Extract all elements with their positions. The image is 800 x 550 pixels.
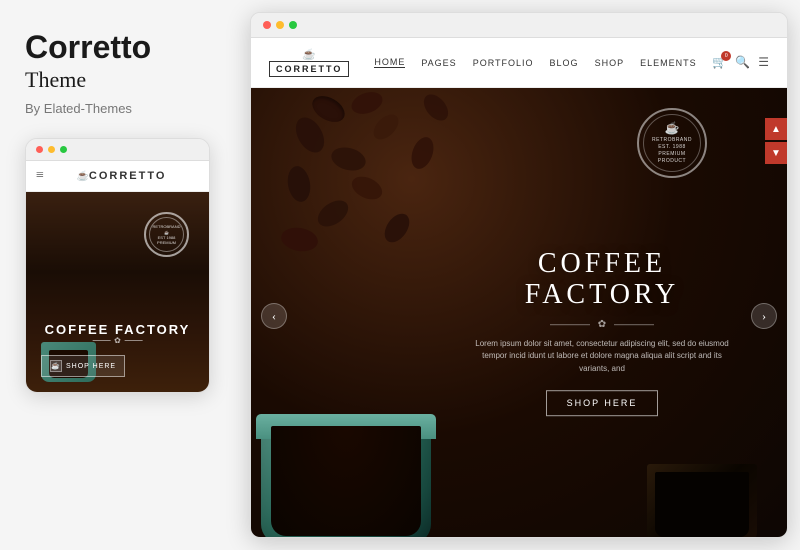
nav-link-home[interactable]: HOME — [374, 57, 405, 68]
desktop-logo-text: CORRETTO — [269, 61, 349, 77]
red-btn-bottom-icon: ▼ — [771, 148, 781, 159]
next-arrow-icon: › — [762, 309, 766, 324]
mobile-badge-text: RETROBRAND☕EST 1988PREMIUM — [152, 224, 180, 245]
mobile-logo-icon: ☕ — [76, 171, 88, 182]
desktop-browser-bar — [251, 13, 787, 38]
desktop-logo-area: ☕ CORRETTO — [269, 48, 349, 77]
hero-badge: ☕ RETROBRANDEST. 1988PREMIUMPRODUCT — [637, 108, 707, 178]
desktop-nav-links: HOME PAGES PORTFOLIO BLOG SHOP ELEMENTS — [374, 57, 712, 68]
prev-slide-button[interactable]: ‹ — [261, 303, 287, 329]
theme-title: Corretto — [25, 30, 230, 65]
mobile-hero: RETROBRAND☕EST 1988PREMIUM COFFEE FACTOR… — [26, 192, 209, 392]
theme-author: By Elated-Themes — [25, 101, 230, 116]
mobile-mockup: ≡ ☕ CORRETTO RETROBRAND☕EST 1988PREMIUM — [25, 138, 210, 393]
coffee-bean-10 — [419, 90, 453, 125]
coffee-bean-12 — [380, 209, 415, 247]
mobile-hero-title: COFFEE FACTORY — [26, 322, 209, 337]
coffee-bean-2 — [349, 88, 386, 118]
hero-shop-button[interactable]: SHOP HERE — [546, 390, 659, 416]
desktop-nav: ☕ CORRETTO HOME PAGES PORTFOLIO BLOG SHO… — [251, 38, 787, 88]
desktop-nav-icons: 🛒0 🔍 ☰ — [712, 55, 769, 70]
desktop-logo-icon: ☕ — [302, 48, 316, 61]
mobile-badge-inner: RETROBRAND☕EST 1988PREMIUM — [149, 217, 184, 252]
mobile-nav: ≡ ☕ CORRETTO — [26, 161, 209, 192]
nav-link-shop[interactable]: SHOP — [595, 58, 625, 68]
nav-link-blog[interactable]: BLOG — [550, 58, 579, 68]
red-button-top[interactable]: ▲ — [765, 118, 787, 140]
browser-dot-2 — [276, 21, 284, 29]
hero-main-title: COFFEE FACTORY — [467, 249, 737, 311]
coffee-bean-11 — [279, 225, 319, 254]
hamburger-icon[interactable]: ≡ — [36, 168, 44, 184]
mobile-shop-button[interactable]: ☕ SHOP HERE — [41, 355, 125, 377]
hero-badge-text: RETROBRANDEST. 1988PREMIUMPRODUCT — [652, 137, 692, 165]
hero-badge-inner: ☕ RETROBRANDEST. 1988PREMIUMPRODUCT — [643, 114, 701, 172]
coffee-bean-4 — [369, 110, 403, 144]
hero-divider-line-left — [550, 324, 590, 325]
red-button-bottom[interactable]: ▼ — [765, 142, 787, 164]
browser-dot-3 — [289, 21, 297, 29]
coffee-bean-6 — [407, 134, 437, 172]
search-icon[interactable]: 🔍 — [735, 55, 750, 70]
theme-subtitle: Theme — [25, 67, 230, 93]
coffee-bean-5 — [329, 144, 369, 174]
black-cup-body — [647, 464, 757, 538]
hero-divider-icon: ✿ — [598, 319, 606, 330]
desktop-hero: ‹ › ▲ ▼ ☕ RETROBRANDEST. 1988PREMIUMPROD… — [251, 88, 787, 538]
red-buttons: ▲ ▼ — [765, 118, 787, 164]
hero-body-text: Lorem ipsum dolor sit amet, consectetur … — [467, 338, 737, 376]
left-panel: Corretto Theme By Elated-Themes ≡ ☕ CORR… — [0, 0, 250, 550]
mobile-divider: ✿ — [92, 336, 143, 345]
mobile-browser-bar — [26, 139, 209, 161]
red-btn-top-icon: ▲ — [771, 124, 781, 135]
nav-link-portfolio[interactable]: PORTFOLIO — [473, 58, 534, 68]
black-cup-inside — [655, 472, 749, 537]
desktop-mockup: ☕ CORRETTO HOME PAGES PORTFOLIO BLOG SHO… — [250, 12, 788, 538]
black-cup — [647, 444, 767, 538]
menu-icon[interactable]: ☰ — [758, 55, 769, 70]
nav-link-elements[interactable]: ELEMENTS — [640, 58, 697, 68]
shop-btn-icon: ☕ — [50, 360, 62, 372]
hero-content: COFFEE FACTORY ✿ Lorem ipsum dolor sit a… — [467, 249, 737, 416]
teal-cup-inside — [271, 426, 421, 536]
hero-divider: ✿ — [467, 319, 737, 330]
mobile-logo-text: CORRETTO — [89, 170, 167, 182]
coffee-bean-8 — [348, 172, 385, 204]
teal-cup — [251, 384, 471, 538]
hero-badge-coffee-icon: ☕ — [665, 121, 680, 136]
teal-cup-body — [261, 414, 431, 538]
mobile-badge: RETROBRAND☕EST 1988PREMIUM — [144, 212, 189, 257]
cart-badge: 0 — [721, 51, 731, 61]
mobile-divider-icon: ✿ — [114, 336, 121, 345]
coffee-bean-7 — [285, 164, 313, 203]
prev-arrow-icon: ‹ — [272, 309, 276, 324]
mobile-divider-line-right — [125, 340, 143, 341]
mobile-dot-3 — [60, 146, 67, 153]
next-slide-button[interactable]: › — [751, 303, 777, 329]
mobile-logo-area: ☕ CORRETTO — [44, 170, 199, 182]
mobile-divider-line-left — [92, 340, 110, 341]
mobile-shop-label: SHOP HERE — [66, 363, 116, 370]
browser-dot-1 — [263, 21, 271, 29]
cart-icon[interactable]: 🛒0 — [712, 55, 727, 70]
right-panel: ☕ CORRETTO HOME PAGES PORTFOLIO BLOG SHO… — [250, 0, 800, 550]
coffee-bean-9 — [313, 195, 353, 232]
nav-link-pages[interactable]: PAGES — [421, 58, 456, 68]
mobile-dot-2 — [48, 146, 55, 153]
mobile-dot-1 — [36, 146, 43, 153]
hero-divider-line-right — [614, 324, 654, 325]
